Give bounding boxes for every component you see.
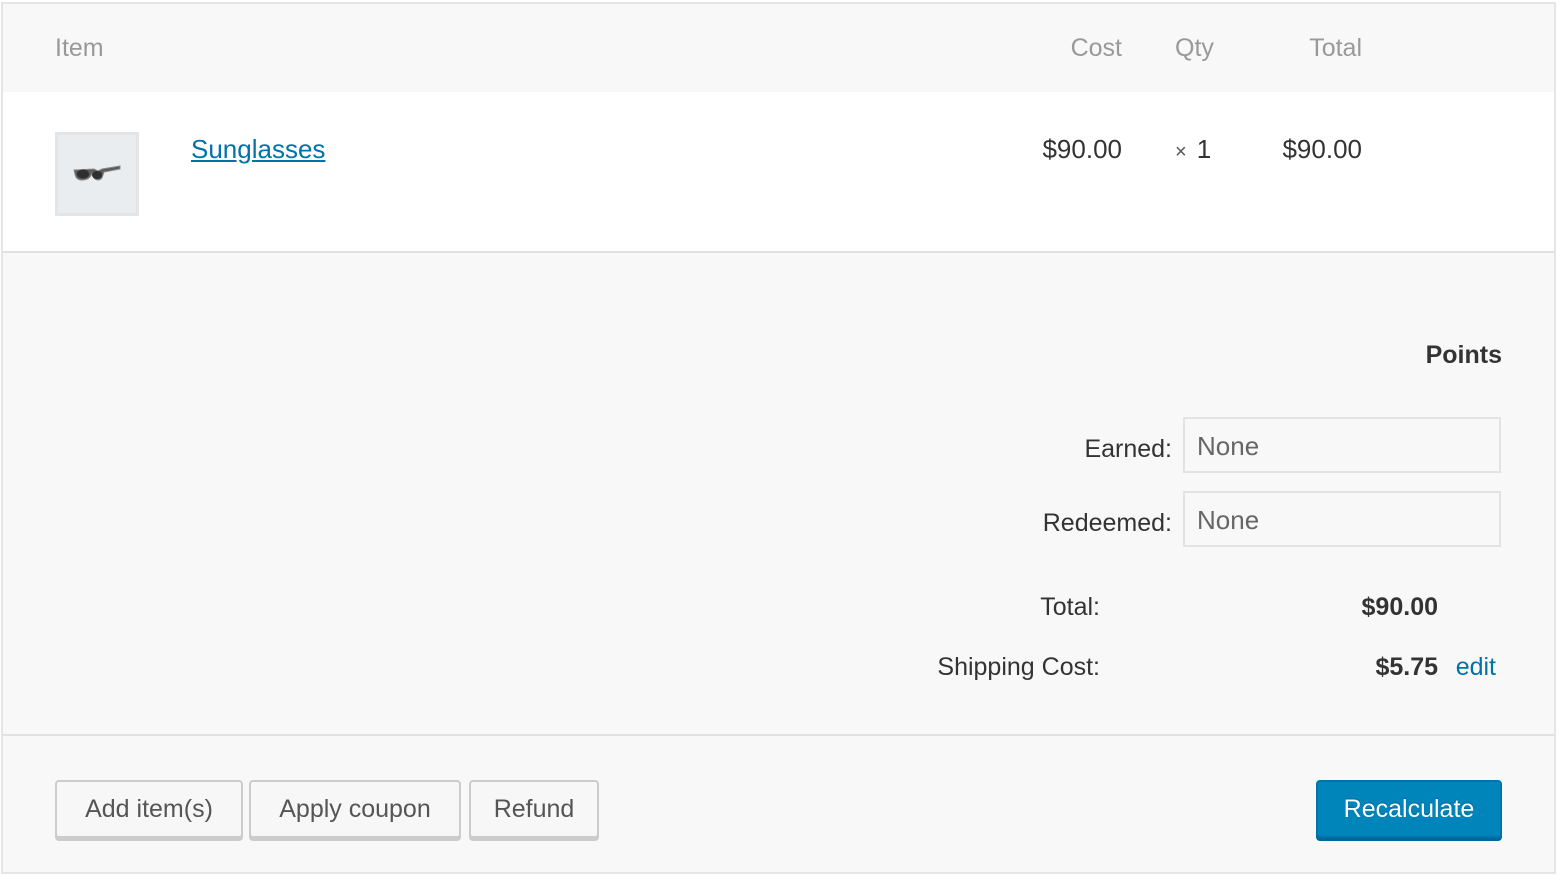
- points-title: Points: [1425, 341, 1502, 369]
- times-icon: ×: [1175, 141, 1187, 163]
- item-total: $90.00: [1282, 134, 1362, 164]
- product-thumbnail: [55, 132, 139, 216]
- qty-value: 1: [1196, 134, 1212, 164]
- header-item[interactable]: Item: [55, 34, 104, 63]
- product-link[interactable]: Sunglasses: [191, 134, 325, 165]
- header-cost[interactable]: Cost: [1071, 34, 1122, 63]
- shipping-label: Shipping Cost:: [937, 653, 1100, 681]
- table-row: Sunglasses $90.00 × 1 $90.00: [3, 92, 1554, 253]
- recalculate-button[interactable]: Recalculate: [1316, 780, 1502, 838]
- header-qty[interactable]: Qty: [1175, 34, 1214, 63]
- apply-coupon-button[interactable]: Apply coupon: [249, 780, 461, 838]
- earned-label: Earned:: [1084, 435, 1172, 463]
- refund-button[interactable]: Refund: [469, 780, 599, 838]
- order-items-panel: Item Cost Qty Total Sunglasses $90.00 × 1…: [1, 2, 1556, 874]
- item-cost: $90.00: [1042, 134, 1122, 164]
- redeemed-label: Redeemed:: [1042, 509, 1172, 537]
- actions-bar: Add item(s) Apply coupon Refund Recalcul…: [3, 738, 1554, 872]
- add-items-button[interactable]: Add item(s): [55, 780, 243, 838]
- header-total[interactable]: Total: [1309, 34, 1362, 63]
- total-label: Total:: [1040, 593, 1100, 621]
- item-qty: × 1: [1175, 134, 1211, 165]
- earned-field[interactable]: None: [1183, 417, 1501, 473]
- redeemed-field[interactable]: None: [1183, 491, 1501, 547]
- sunglasses-icon: [73, 165, 121, 181]
- shipping-value: $5.75: [1375, 653, 1438, 681]
- total-value: $90.00: [1361, 593, 1438, 621]
- shipping-edit-link[interactable]: edit: [1456, 653, 1496, 682]
- order-totals: Points Earned: None Redeemed: None Total…: [3, 253, 1554, 736]
- table-header: Item Cost Qty Total: [3, 4, 1554, 92]
